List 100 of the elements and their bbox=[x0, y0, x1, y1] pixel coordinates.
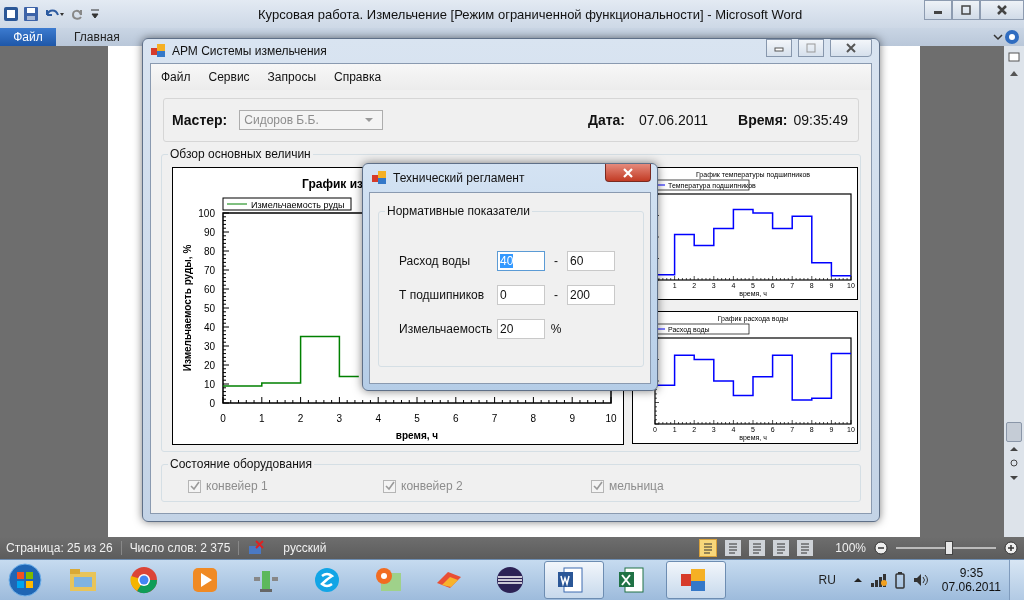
network-icon[interactable] bbox=[869, 572, 888, 588]
zoom-out-icon[interactable] bbox=[874, 541, 888, 555]
group-title: Состояние оборудования bbox=[168, 457, 314, 471]
time-label: Время: bbox=[738, 112, 788, 128]
clock-time[interactable]: 9:35 bbox=[959, 566, 984, 580]
tick-label: 10 bbox=[203, 379, 215, 390]
battery-icon[interactable] bbox=[893, 571, 906, 589]
tick-label: 9 bbox=[569, 413, 575, 424]
view-button[interactable] bbox=[725, 540, 742, 556]
play-icon bbox=[190, 565, 220, 595]
date-value: 07.06.2011 bbox=[639, 112, 709, 128]
scrollbar[interactable] bbox=[1004, 45, 1024, 538]
maximize-button[interactable] bbox=[952, 0, 980, 20]
maximize-button[interactable] bbox=[798, 39, 824, 57]
view-button[interactable] bbox=[773, 540, 790, 556]
layout-icon bbox=[727, 542, 740, 554]
tick-label: 1 bbox=[259, 413, 265, 424]
view-button[interactable] bbox=[749, 540, 766, 556]
volume-icon[interactable] bbox=[911, 572, 930, 588]
input-field[interactable]: 200 bbox=[567, 285, 615, 305]
language[interactable]: русский bbox=[283, 541, 335, 555]
taskbar-button[interactable] bbox=[544, 561, 604, 599]
globe-icon bbox=[495, 565, 525, 595]
group-title: Обзор основных величин bbox=[168, 147, 313, 161]
tick-label: 7 bbox=[491, 413, 498, 424]
slider-thumb[interactable] bbox=[945, 541, 953, 555]
input-field[interactable]: 0 bbox=[497, 285, 545, 305]
restore-icon bbox=[961, 5, 971, 15]
tick-label: 50 bbox=[203, 303, 215, 314]
bubble-icon bbox=[312, 565, 342, 595]
field-label: Измельчаемость bbox=[399, 322, 494, 336]
dialog-title: Технический регламент bbox=[393, 171, 525, 185]
axis-title: время, ч bbox=[395, 430, 439, 441]
field-label: Т подшипников bbox=[399, 288, 486, 302]
layout-icon bbox=[799, 542, 812, 554]
menu-item[interactable]: Справка bbox=[325, 70, 391, 84]
input-field[interactable]: 20 bbox=[497, 319, 545, 339]
tick-label: 80 bbox=[203, 246, 215, 257]
tick-label: 0 bbox=[209, 398, 215, 409]
view-button[interactable] bbox=[699, 539, 718, 557]
zoom-in-icon[interactable] bbox=[1004, 541, 1018, 555]
group-title: Нормативные показатели bbox=[385, 204, 532, 218]
close-icon bbox=[996, 4, 1008, 16]
app-icon bbox=[371, 170, 387, 186]
tick-label: 2 bbox=[297, 413, 304, 424]
spreadsheet-icon bbox=[617, 565, 647, 595]
window-title: Курсовая работа. Измельчение [Режим ограниченной функциональности] - Microsoft Word bbox=[258, 7, 803, 22]
input-language[interactable]: RU bbox=[818, 573, 836, 587]
tick-label: 10 bbox=[605, 413, 617, 424]
menu-item[interactable]: Запросы bbox=[258, 70, 325, 84]
tick-label: 3 bbox=[336, 413, 343, 424]
date-label: Дата: bbox=[587, 112, 625, 128]
tick-label: 30 bbox=[203, 341, 215, 352]
menu-item[interactable]: Файл bbox=[152, 70, 200, 84]
minimize-icon bbox=[774, 44, 784, 52]
chart-title: График из bbox=[302, 177, 363, 191]
window-title: АРМ Системы измельчения bbox=[172, 44, 327, 58]
browse-icon[interactable] bbox=[1007, 445, 1021, 480]
close-button[interactable] bbox=[980, 0, 1024, 20]
ribbon-tab[interactable]: Главная bbox=[56, 29, 138, 44]
time-value: 09:35:49 bbox=[793, 112, 848, 128]
layout-icon bbox=[702, 542, 715, 554]
tick-label: 40 bbox=[203, 322, 215, 333]
save-icon[interactable] bbox=[23, 5, 39, 22]
tick-label: 60 bbox=[203, 284, 215, 295]
layout-icon bbox=[775, 542, 788, 554]
taskbar-button[interactable] bbox=[666, 561, 726, 599]
menu-item[interactable]: Сервис bbox=[199, 70, 259, 84]
minimize-button[interactable] bbox=[924, 0, 952, 20]
show-desktop-button[interactable] bbox=[1009, 560, 1024, 600]
app-icon bbox=[150, 43, 166, 59]
field-label: Расход воды bbox=[399, 254, 472, 268]
clock-date[interactable]: 07.06.2011 bbox=[941, 580, 1001, 594]
legend-label: Измельчаемость руды bbox=[251, 199, 345, 210]
document-icon[interactable] bbox=[3, 5, 19, 22]
tick-label: 6 bbox=[453, 413, 459, 424]
close-button[interactable] bbox=[830, 39, 872, 57]
help-icon[interactable] bbox=[1004, 28, 1020, 45]
tick-label: 70 bbox=[203, 265, 215, 276]
tick-label: 100 bbox=[198, 208, 215, 219]
tick-label: 8 bbox=[530, 413, 537, 424]
tick-label: 20 bbox=[203, 360, 215, 371]
document-icon bbox=[556, 565, 586, 595]
tick-label: 5 bbox=[414, 413, 420, 424]
page-count[interactable]: Страница: 25 из 26 bbox=[6, 541, 122, 555]
layout-icon bbox=[751, 542, 764, 554]
unit-label: % bbox=[549, 322, 563, 336]
input-field[interactable]: 60 bbox=[567, 251, 615, 271]
axis-title: Измельчаемость руды, % bbox=[182, 244, 193, 372]
tick-label: 0 bbox=[220, 413, 226, 424]
view-button[interactable] bbox=[797, 540, 814, 556]
close-button[interactable] bbox=[605, 164, 651, 182]
scroll-thumb[interactable] bbox=[1006, 421, 1022, 442]
close-icon bbox=[622, 167, 634, 178]
master-label: Мастер: bbox=[172, 112, 228, 128]
word-count[interactable]: Число слов: 2 375 bbox=[129, 541, 240, 555]
range-separator: - bbox=[553, 288, 559, 302]
tick-label: 90 bbox=[203, 227, 215, 238]
zoom-level[interactable]: 100% bbox=[835, 541, 866, 555]
circle-icon bbox=[129, 565, 159, 595]
